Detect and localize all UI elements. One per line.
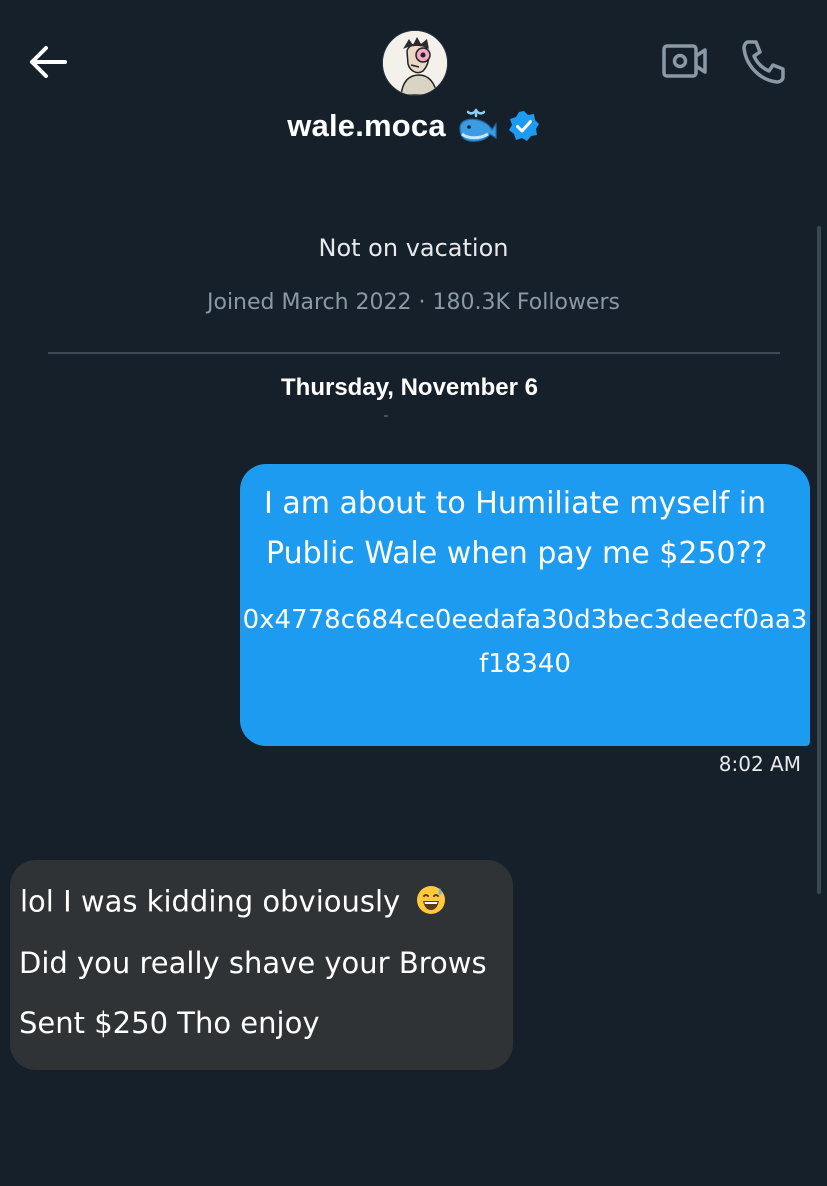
divider	[48, 352, 780, 354]
conversation-header: wale.moca	[0, 0, 827, 160]
arrow-left-icon	[30, 46, 67, 78]
contact-name: wale.moca	[287, 108, 446, 143]
message-text-line: Did you really shave your Brows	[19, 946, 487, 980]
verified-badge-icon	[508, 111, 539, 141]
avatar[interactable]	[382, 30, 448, 96]
message-text: lol I was kidding obviously	[20, 884, 401, 919]
grinning-sweat-emoji-icon	[415, 884, 447, 923]
message-text-line: Sent $250 Tho enjoy	[19, 1006, 320, 1040]
phone-call-button[interactable]	[738, 38, 788, 84]
incoming-message-bubble[interactable]: lol I was kidding obviously Did you real…	[10, 860, 513, 1070]
video-call-button[interactable]	[660, 40, 710, 84]
whale-emoji-icon	[459, 108, 497, 142]
scrollbar[interactable]	[817, 226, 821, 894]
avatar-illustration-icon	[383, 31, 447, 95]
message-text-line: I am about to Humiliate myself in	[264, 486, 767, 521]
profile-meta: Joined March 2022 · 180.3K Followers	[207, 290, 620, 315]
date-separator: Thursday, November 6	[281, 374, 538, 401]
back-button[interactable]	[26, 40, 70, 84]
message-text-line: Public Wale when pay me $250??	[266, 536, 768, 571]
message-timestamp: 8:02 AM	[718, 752, 801, 776]
phone-icon	[742, 40, 785, 84]
divider-tick	[384, 415, 388, 417]
wallet-address: 0x4778c684ce0eedafa30d3bec3deecf0aa3f183…	[242, 605, 808, 679]
message-text-line: lol I was kidding obviously	[20, 884, 447, 923]
profile-bio: Not on vacation	[318, 234, 509, 262]
video-call-icon	[662, 44, 707, 78]
outgoing-message-bubble[interactable]: I am about to Humiliate myself in Public…	[240, 464, 810, 746]
contact-name-row: wale.moca	[0, 104, 827, 148]
